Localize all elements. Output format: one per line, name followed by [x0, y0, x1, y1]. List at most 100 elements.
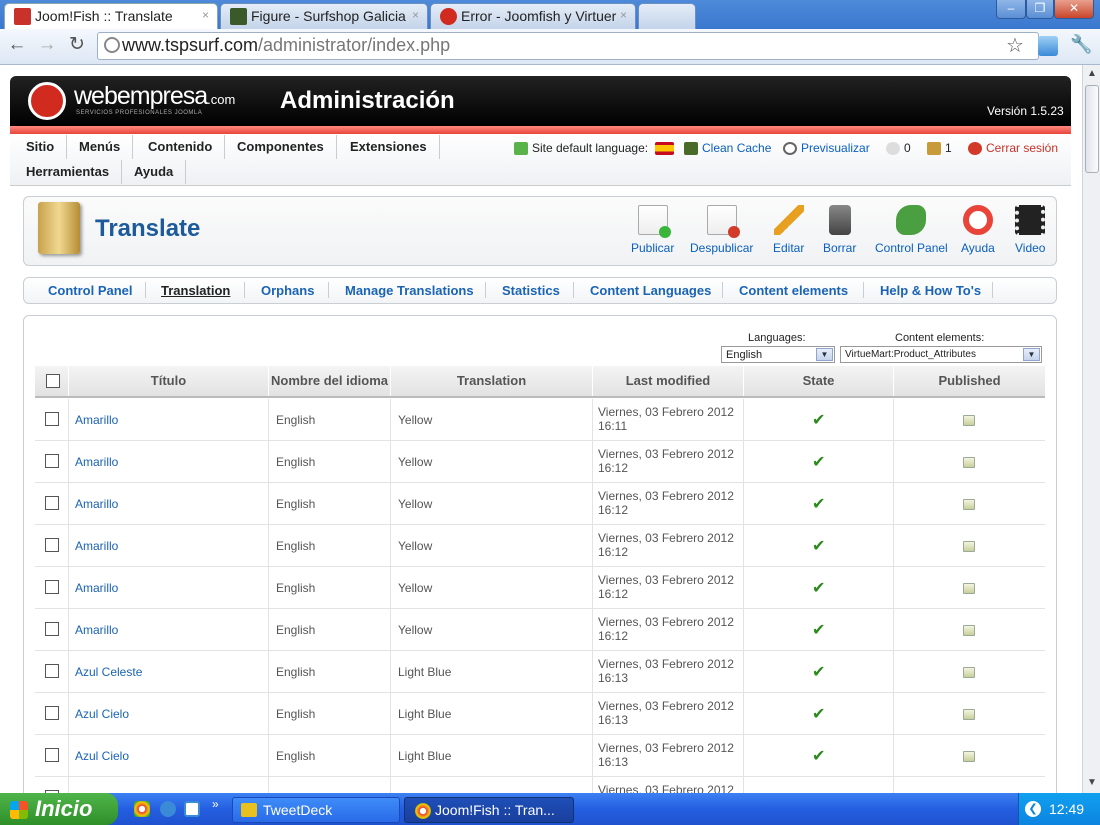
published-icon[interactable]: [963, 583, 975, 594]
row-checkbox[interactable]: [45, 664, 59, 678]
close-tab-icon[interactable]: ×: [202, 8, 209, 22]
state-check-icon[interactable]: ✔: [812, 704, 825, 724]
new-tab-button[interactable]: [638, 3, 696, 29]
quicklaunch-icon[interactable]: [184, 801, 200, 817]
header-title[interactable]: Título: [69, 366, 269, 396]
clock[interactable]: 12:49: [1049, 801, 1084, 817]
vertical-scrollbar[interactable]: ▲ ▼: [1082, 65, 1100, 793]
row-title-link[interactable]: Azul Cielo: [69, 735, 269, 777]
row-title-link[interactable]: Amarillo: [69, 609, 269, 651]
scroll-down-arrow-icon[interactable]: ▼: [1085, 776, 1099, 790]
preview-link[interactable]: Previsualizar: [783, 141, 870, 156]
help-button[interactable]: Ayuda: [961, 205, 995, 255]
select-all-checkbox[interactable]: [46, 374, 60, 388]
row-checkbox[interactable]: [45, 748, 59, 762]
taskbar-joomfish[interactable]: Joom!Fish :: Tran...: [404, 797, 574, 823]
state-check-icon[interactable]: ✔: [812, 620, 825, 640]
forward-arrow-icon[interactable]: →: [34, 32, 60, 58]
logout-link[interactable]: Cerrar sesión: [968, 141, 1058, 156]
header-state[interactable]: State: [744, 366, 894, 396]
tray-expand-icon[interactable]: ❮: [1025, 801, 1041, 817]
row-checkbox[interactable]: [45, 622, 59, 636]
row-title-link[interactable]: Azul Celeste: [69, 651, 269, 693]
state-check-icon[interactable]: ✔: [812, 452, 825, 472]
published-icon[interactable]: [963, 457, 975, 468]
state-check-icon[interactable]: ✔: [812, 536, 825, 556]
published-icon[interactable]: [963, 625, 975, 636]
published-icon[interactable]: [963, 499, 975, 510]
row-checkbox[interactable]: [45, 706, 59, 720]
submenu-orphans[interactable]: Orphans: [261, 283, 314, 298]
submenu-content-elements[interactable]: Content elements: [739, 283, 848, 298]
delete-button[interactable]: Borrar: [823, 205, 856, 255]
menu-contenido[interactable]: Contenido: [136, 135, 226, 159]
tab-figure-surfshop[interactable]: Figure - Surfshop Galicia ×: [220, 3, 428, 29]
edit-button[interactable]: Editar: [773, 205, 804, 255]
published-icon[interactable]: [963, 709, 975, 720]
row-checkbox[interactable]: [45, 580, 59, 594]
internet-explorer-icon[interactable]: [160, 801, 176, 817]
clean-cache-link[interactable]: Clean Cache: [684, 141, 771, 156]
row-checkbox[interactable]: [45, 412, 59, 426]
state-check-icon[interactable]: ✔: [812, 662, 825, 682]
row-title-link[interactable]: Amarillo: [69, 525, 269, 567]
bookmark-star-icon[interactable]: ☆: [1006, 33, 1024, 58]
header-published[interactable]: Published: [894, 366, 1045, 396]
close-tab-icon[interactable]: ×: [620, 8, 627, 22]
header-last-modified[interactable]: Last modified: [593, 366, 744, 396]
header-translation[interactable]: Translation: [391, 366, 593, 396]
row-checkbox[interactable]: [45, 454, 59, 468]
state-check-icon[interactable]: ✔: [812, 410, 825, 430]
back-arrow-icon[interactable]: ←: [4, 32, 30, 58]
menu-ayuda[interactable]: Ayuda: [122, 160, 187, 184]
row-checkbox[interactable]: [45, 538, 59, 552]
messages-count[interactable]: 0: [886, 141, 911, 156]
submenu-translation[interactable]: Translation: [161, 283, 230, 298]
menu-menus[interactable]: Menús: [67, 135, 134, 159]
users-online[interactable]: 1: [927, 141, 952, 156]
state-check-icon[interactable]: ✔: [812, 494, 825, 514]
state-check-icon[interactable]: ✔: [812, 578, 825, 598]
tab-error-joomfish[interactable]: Error - Joomfish y Virtuer ×: [430, 3, 636, 29]
published-icon[interactable]: [963, 667, 975, 678]
extension-icon[interactable]: [1038, 36, 1058, 56]
reload-icon[interactable]: ↻: [64, 32, 90, 58]
row-title-link[interactable]: Amarillo: [69, 483, 269, 525]
languages-select[interactable]: English ▼: [721, 346, 835, 363]
row-title-link[interactable]: Azul Cielo: [69, 693, 269, 735]
tab-joomfish-translate[interactable]: Joom!Fish :: Translate ×: [4, 3, 218, 29]
close-window-button[interactable]: ✕: [1054, 0, 1094, 19]
published-icon[interactable]: [963, 415, 975, 426]
row-title-link[interactable]: Amarillo: [69, 441, 269, 483]
submenu-content-languages[interactable]: Content Languages: [590, 283, 711, 298]
row-checkbox[interactable]: [45, 496, 59, 510]
publish-button[interactable]: Publicar: [631, 205, 674, 255]
row-title-link[interactable]: Amarillo: [69, 567, 269, 609]
control-panel-button[interactable]: Control Panel: [875, 205, 948, 255]
menu-extensiones[interactable]: Extensiones: [338, 135, 440, 159]
submenu-help[interactable]: Help & How To's: [880, 283, 981, 298]
submenu-control-panel[interactable]: Control Panel: [48, 283, 133, 298]
submenu-statistics[interactable]: Statistics: [502, 283, 560, 298]
minimize-button[interactable]: –: [996, 0, 1026, 19]
chrome-icon[interactable]: [134, 801, 150, 817]
menu-sitio[interactable]: Sitio: [16, 135, 68, 159]
submenu-manage-translations[interactable]: Manage Translations: [345, 283, 474, 298]
content-elements-select[interactable]: VirtueMart:Product_Attributes ▼: [840, 346, 1042, 363]
close-tab-icon[interactable]: ×: [412, 8, 419, 22]
header-language[interactable]: Nombre del idioma: [269, 366, 391, 396]
scrollbar-thumb[interactable]: [1085, 85, 1099, 173]
menu-herramientas[interactable]: Herramientas: [16, 160, 123, 184]
taskbar-tweetdeck[interactable]: TweetDeck: [232, 797, 400, 823]
page-info-icon[interactable]: [104, 37, 120, 53]
scroll-up-arrow-icon[interactable]: ▲: [1085, 67, 1099, 81]
quicklaunch-overflow-icon[interactable]: »: [212, 797, 219, 811]
state-check-icon[interactable]: ✔: [812, 746, 825, 766]
restore-button[interactable]: ❐: [1026, 0, 1054, 19]
url-text[interactable]: www.tspsurf.com/administrator/index.php: [122, 35, 450, 56]
wrench-icon[interactable]: 🔧: [1070, 34, 1092, 55]
published-icon[interactable]: [963, 751, 975, 762]
menu-componentes[interactable]: Componentes: [225, 135, 337, 159]
published-icon[interactable]: [963, 541, 975, 552]
unpublish-button[interactable]: Despublicar: [690, 205, 753, 255]
